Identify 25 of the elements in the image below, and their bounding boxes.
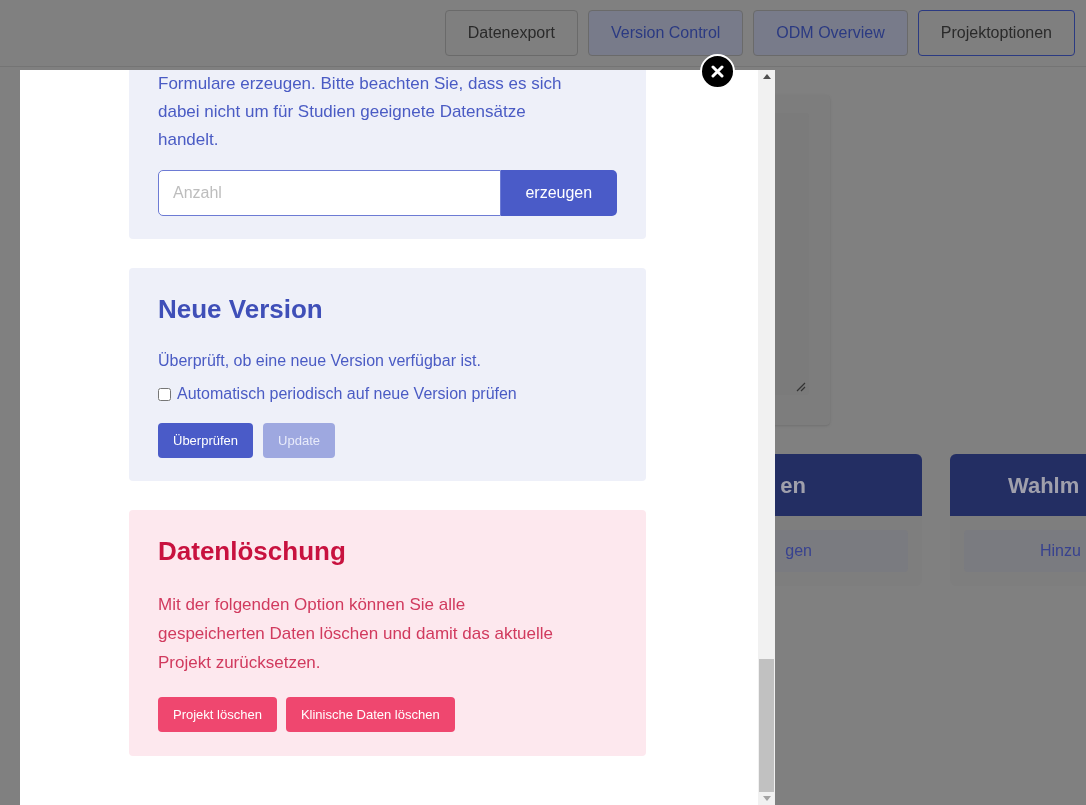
- module-card-title: Wahlm: [1008, 471, 1080, 500]
- count-input-field[interactable]: Anzahl: [158, 170, 501, 216]
- auto-check-label: Automatisch periodisch auf neue Version prüfen: [177, 384, 517, 404]
- generate-button[interactable]: erzeugen: [500, 170, 617, 216]
- nav-button[interactable]: Version Control: [587, 10, 744, 56]
- nav-button[interactable]: Datenexport: [444, 10, 578, 56]
- delete-button[interactable]: Projekt löschen: [158, 697, 277, 732]
- scroll-down-icon[interactable]: [762, 796, 771, 801]
- nav-button[interactable]: Projektoptionen: [917, 10, 1075, 56]
- auto-check-checkbox[interactable]: [158, 387, 171, 401]
- danger-description: Mit der folgenden Option können Sie alle gespeicherten Daten löschen und damit das aktuelle Projekt zurücksetzen.: [158, 594, 555, 674]
- nav-button[interactable]: ODM Overview: [753, 10, 908, 56]
- generate-description: Formulare erzeugen. Bitte beachten Sie, dass es sich dabei nicht um für Studien geeignete Datensätze handelt.: [158, 73, 563, 151]
- version-heading: Neue Version: [158, 293, 324, 326]
- module-card-title: en: [780, 471, 806, 500]
- delete-button[interactable]: Klinische Daten löschen: [285, 697, 455, 732]
- danger-heading: Datenlöschung: [158, 535, 347, 568]
- scroll-up-icon[interactable]: [762, 74, 771, 79]
- check-button[interactable]: Überprüfen: [158, 423, 254, 458]
- version-description: Überprüft, ob eine neue Version verfügbar ist.: [158, 351, 482, 371]
- resize-handle-icon: [796, 382, 806, 392]
- scrollbar-thumb[interactable]: [759, 659, 774, 792]
- close-icon: [711, 65, 724, 78]
- add-button[interactable]: Hinzu: [964, 530, 1086, 572]
- scrollbar[interactable]: [758, 70, 775, 805]
